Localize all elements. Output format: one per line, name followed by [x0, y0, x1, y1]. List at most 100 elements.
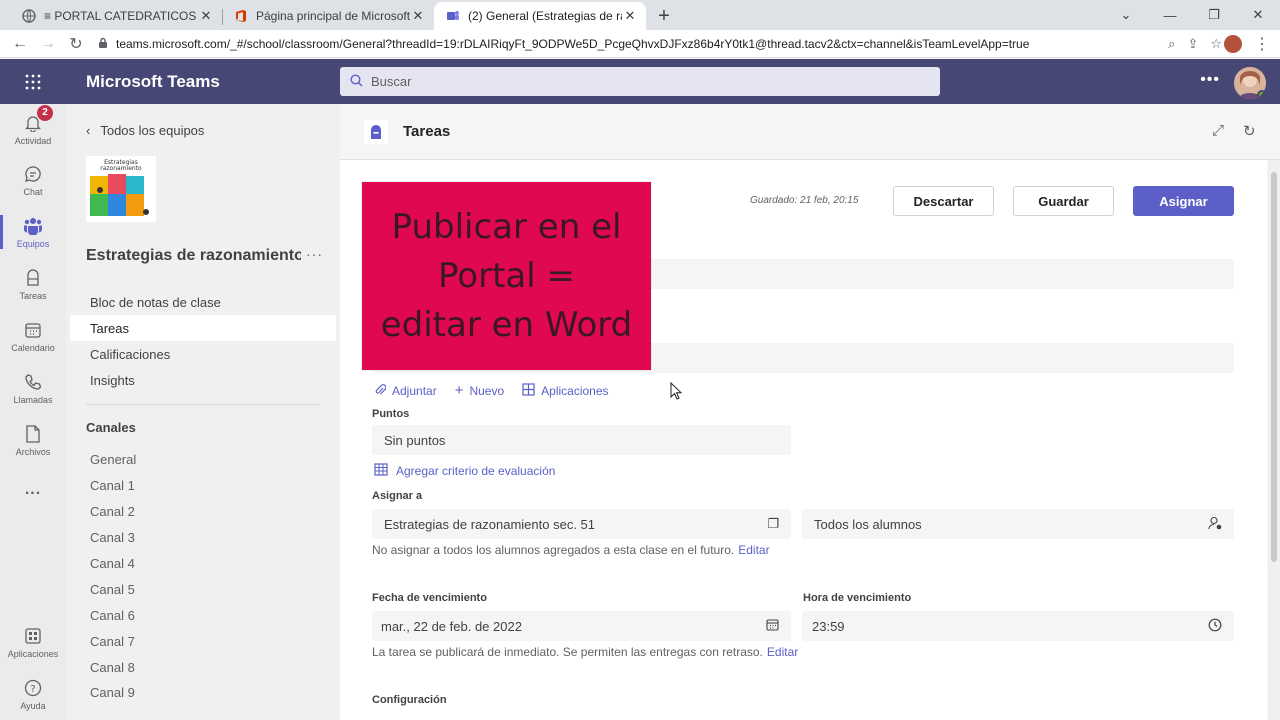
- svg-text:?: ?: [30, 684, 35, 695]
- nav-item-bloc-de-notas[interactable]: Bloc de notas de clase: [70, 289, 336, 315]
- nav-item-calificaciones[interactable]: Calificaciones: [70, 341, 336, 367]
- url-field[interactable]: teams.microsoft.com/_#/school/classroom/…: [98, 32, 1222, 56]
- discard-button[interactable]: Descartar: [893, 186, 994, 216]
- close-window-icon[interactable]: ✕: [1236, 0, 1280, 30]
- due-date-field[interactable]: mar., 22 de feb. de 2022: [372, 611, 791, 641]
- close-icon[interactable]: ✕: [622, 8, 638, 24]
- assign-note-text: No asignar a todos los alumnos agregados…: [372, 543, 735, 557]
- team-picture[interactable]: Estrategias razonamiento: [86, 156, 156, 222]
- edit-link[interactable]: Editar: [767, 645, 798, 659]
- team-more-options-icon[interactable]: ···: [306, 246, 323, 262]
- assign-button[interactable]: Asignar: [1133, 186, 1234, 216]
- rail-item-equipos[interactable]: Equipos: [0, 207, 66, 257]
- channel-item[interactable]: General: [90, 447, 136, 473]
- divider: [86, 404, 320, 405]
- rail-item-ayuda[interactable]: ? Ayuda: [0, 669, 66, 719]
- channel-item[interactable]: Canal 3: [90, 525, 136, 551]
- channel-item[interactable]: Canal 2: [90, 499, 136, 525]
- due-time-field[interactable]: 23:59: [802, 611, 1234, 641]
- apps-icon: [23, 626, 43, 646]
- channel-item[interactable]: Canal 6: [90, 602, 136, 628]
- browser-tab[interactable]: ≡ PORTAL CATEDRATICOS URL ≡ ✕: [10, 2, 222, 30]
- share-icon[interactable]: ⇪: [1187, 36, 1198, 52]
- tab-title: ≡ PORTAL CATEDRATICOS URL ≡: [44, 9, 198, 23]
- scrollbar-thumb[interactable]: [1271, 172, 1277, 562]
- minimize-icon[interactable]: —: [1148, 0, 1192, 30]
- user-avatar[interactable]: [1234, 67, 1266, 99]
- due-time-value: 23:59: [812, 618, 845, 634]
- back-arrow-icon[interactable]: ←: [6, 30, 34, 58]
- new-button[interactable]: + Nuevo: [455, 382, 504, 399]
- rail-label: Actividad: [14, 135, 52, 146]
- attach-toolbar: Adjuntar + Nuevo Aplicaciones: [374, 382, 609, 399]
- close-icon[interactable]: ✕: [410, 8, 426, 24]
- browser-tab-active[interactable]: (2) General (Estrategias de razon ✕: [434, 2, 646, 30]
- nav-item-tareas[interactable]: Tareas: [70, 315, 336, 341]
- annotation-line: Portal =: [438, 255, 575, 296]
- search-input[interactable]: Buscar: [340, 67, 940, 96]
- rail-item-calendario[interactable]: Calendario: [0, 311, 66, 361]
- assign-note: No asignar a todos los alumnos agregados…: [372, 543, 770, 557]
- refresh-icon[interactable]: ↻: [1243, 122, 1256, 140]
- close-icon[interactable]: ✕: [198, 8, 214, 24]
- address-bar: ← → ↻ teams.microsoft.com/_#/school/clas…: [0, 30, 1280, 58]
- zoom-icon[interactable]: ⌕: [1168, 36, 1175, 52]
- rail-item-llamadas[interactable]: Llamadas: [0, 363, 66, 413]
- profile-avatar[interactable]: [1224, 35, 1242, 53]
- attach-button[interactable]: Adjuntar: [374, 382, 437, 399]
- rail-item-archivos[interactable]: Archivos: [0, 415, 66, 465]
- more-options-icon[interactable]: •••: [1200, 71, 1220, 89]
- rail-item-more[interactable]: ...: [0, 465, 66, 515]
- channel-item[interactable]: Canal 4: [90, 551, 136, 577]
- scrollbar[interactable]: [1268, 160, 1280, 720]
- apps-button[interactable]: Aplicaciones: [522, 382, 609, 399]
- app-launcher-icon[interactable]: [0, 74, 66, 90]
- assign-to-label: Asignar a: [372, 490, 423, 502]
- rail-item-aplicaciones[interactable]: Aplicaciones: [0, 617, 66, 667]
- class-selector[interactable]: Estrategias de razonamiento sec. 51 ❐: [372, 509, 791, 539]
- kebab-menu-icon[interactable]: ⋮: [1254, 34, 1270, 54]
- due-time-label: Hora de vencimiento: [803, 592, 912, 604]
- all-teams-label: Todos los equipos: [100, 123, 205, 138]
- teams-header: Microsoft Teams Buscar •••: [0, 59, 1280, 104]
- add-rubric-link[interactable]: Agregar criterio de evaluación: [374, 463, 555, 479]
- edit-link[interactable]: Editar: [738, 543, 769, 557]
- rail-item-actividad[interactable]: 2 Actividad: [0, 104, 66, 154]
- students-selector[interactable]: Todos los alumnos: [802, 509, 1234, 539]
- forward-arrow-icon[interactable]: →: [34, 30, 62, 58]
- teams-icon: [446, 9, 460, 23]
- save-button[interactable]: Guardar: [1013, 186, 1114, 216]
- assignments-app-icon: [364, 120, 388, 144]
- publish-note: La tarea se publicará de inmediato. Se p…: [372, 645, 798, 659]
- omnibox-icons: ⌕ ⇪ ☆: [1168, 36, 1222, 52]
- nav-item-insights[interactable]: Insights: [70, 367, 336, 393]
- tab-title: Página principal de Microsoft Of: [256, 9, 410, 23]
- more-icon: ...: [24, 481, 42, 498]
- rail-item-chat[interactable]: Chat: [0, 155, 66, 205]
- assignments-icon: [23, 268, 43, 288]
- search-placeholder: Buscar: [371, 74, 412, 89]
- chevron-down-icon[interactable]: ⌄: [1104, 0, 1148, 30]
- new-tab-button[interactable]: +: [650, 2, 678, 30]
- expand-icon[interactable]: ⤢: [1212, 122, 1224, 139]
- channel-item[interactable]: Canal 8: [90, 654, 136, 680]
- points-field[interactable]: Sin puntos: [372, 425, 791, 455]
- rail-item-tareas[interactable]: Tareas: [0, 259, 66, 309]
- clock-icon: [1208, 618, 1222, 635]
- mouse-cursor-icon: [670, 381, 683, 405]
- restore-icon[interactable]: ❐: [1192, 0, 1236, 30]
- students-value: Todos los alumnos: [814, 516, 922, 532]
- file-icon: [23, 424, 43, 444]
- publish-note-text: La tarea se publicará de inmediato. Se p…: [372, 645, 763, 659]
- star-icon[interactable]: ☆: [1210, 36, 1222, 52]
- channel-item[interactable]: Canal 7: [90, 628, 136, 654]
- chat-icon: [23, 164, 43, 184]
- annotation-line: editar en Word: [380, 304, 633, 345]
- channel-item[interactable]: Canal 9: [90, 680, 136, 706]
- channel-item[interactable]: Canal 5: [90, 576, 136, 602]
- channel-item[interactable]: Canal 1: [90, 473, 136, 499]
- reload-icon[interactable]: ↻: [62, 30, 90, 58]
- all-teams-link[interactable]: ‹ Todos los equipos: [86, 123, 204, 138]
- browser-tab[interactable]: Página principal de Microsoft Of ✕: [222, 2, 434, 30]
- copy-icon: ❐: [767, 516, 779, 531]
